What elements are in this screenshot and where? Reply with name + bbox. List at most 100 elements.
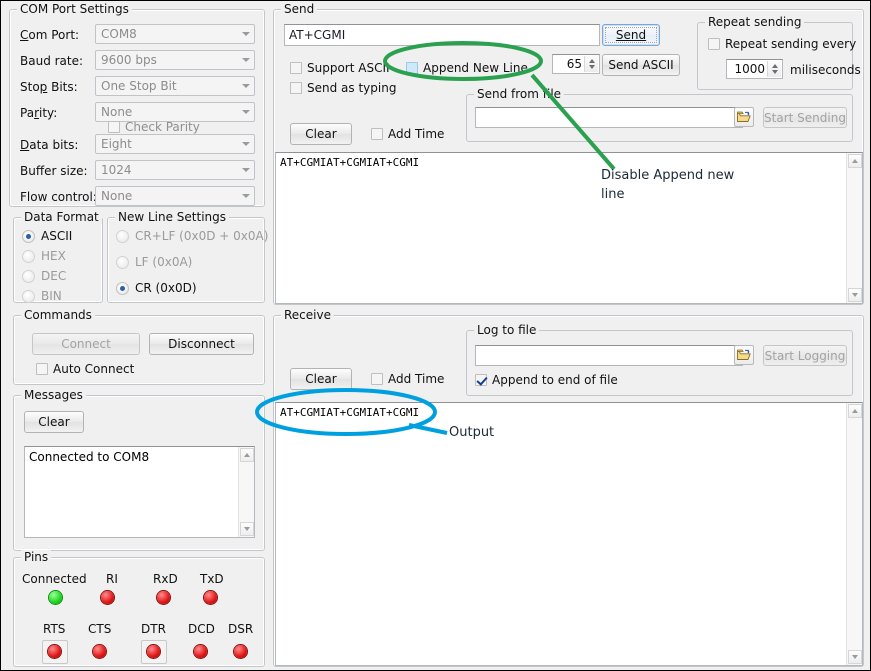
send-file-browse-button[interactable]	[734, 107, 754, 127]
log-file-browse-button[interactable]	[734, 345, 754, 365]
send-button[interactable]: Send	[602, 24, 660, 46]
send-clear-label: Clear	[305, 127, 336, 141]
checkbox-box	[406, 62, 418, 74]
chevron-down-icon	[242, 58, 250, 62]
append-new-line-checkbox[interactable]: Append New Line	[406, 61, 528, 75]
baud-rate-value: 9600 bps	[101, 53, 157, 67]
scroll-down-icon[interactable]	[240, 522, 254, 536]
log-to-file-group: Log to file Start Logging Append to end …	[466, 330, 853, 396]
flow-control-value: None	[101, 189, 132, 203]
start-sending-button[interactable]: Start Sending	[763, 107, 847, 128]
data-format-title: Data Format	[21, 210, 102, 224]
messages-textarea[interactable]: Connected to COM8	[24, 446, 255, 538]
check-parity-checkbox[interactable]: Check Parity	[108, 120, 200, 134]
spinner-arrows[interactable]	[767, 61, 781, 77]
checkbox-box	[290, 82, 302, 94]
connect-button[interactable]: Connect	[32, 333, 140, 355]
repeat-interval-value: 1000	[734, 62, 765, 76]
messages-clear-button[interactable]: Clear	[24, 411, 84, 433]
append-new-line-label: Append New Line	[423, 61, 528, 75]
pin-led-dtr	[147, 645, 160, 658]
flow-control-combo[interactable]: None	[95, 186, 255, 206]
repeat-sending-group: Repeat sending Repeat sending every 1000…	[697, 22, 853, 90]
start-logging-button[interactable]: Start Logging	[763, 345, 847, 366]
ascii-code-spinner[interactable]: 65	[552, 54, 600, 74]
miliseconds-label: miliseconds	[790, 63, 861, 77]
pins-group: Pins Connected RI RxD TxD RTS CTS DTR DC…	[13, 557, 265, 667]
open-folder-icon	[737, 111, 751, 123]
scroll-down-icon[interactable]	[848, 650, 862, 664]
radio-label: CR+LF (0x0D + 0x0A)	[135, 229, 268, 243]
receive-output-textarea[interactable]: AT+CGMIAT+CGMIAT+CGMI	[275, 402, 863, 666]
pins-title: Pins	[21, 550, 51, 564]
send-clear-button[interactable]: Clear	[290, 123, 352, 145]
scroll-up-icon[interactable]	[848, 154, 862, 168]
append-to-end-of-file-checkbox[interactable]: Append to end of file	[475, 373, 618, 387]
repeat-sending-checkbox[interactable]: Repeat sending every	[708, 37, 856, 51]
chevron-down-icon	[242, 194, 250, 198]
com-port-combo[interactable]: COM8	[95, 24, 255, 44]
disconnect-button-label: Disconnect	[168, 337, 235, 351]
parity-combo[interactable]: None	[95, 102, 255, 122]
send-command-value: AT+CGMI	[289, 28, 345, 42]
data-bits-combo[interactable]: Eight	[95, 134, 255, 154]
auto-connect-checkbox[interactable]: Auto Connect	[36, 362, 134, 376]
log-file-path-input[interactable]	[475, 345, 743, 366]
radio-newline-crlf[interactable]: CR+LF (0x0D + 0x0A)	[116, 229, 268, 243]
send-from-file-group: Send from file Start Sending	[466, 94, 853, 142]
messages-scrollbar[interactable]	[238, 447, 254, 537]
receive-add-time-checkbox[interactable]: Add Time	[371, 372, 444, 386]
data-bits-label: Data bits:	[20, 138, 78, 152]
radio-label: HEX	[41, 249, 66, 263]
parity-value: None	[101, 105, 132, 119]
send-add-time-checkbox[interactable]: Add Time	[371, 127, 444, 141]
support-ascii-label: Support ASCII	[307, 61, 390, 75]
repeat-interval-spinner[interactable]: 1000	[726, 59, 783, 79]
stop-bits-combo[interactable]: One Stop Bit	[95, 76, 255, 96]
open-folder-icon	[737, 349, 751, 361]
serial-terminal-window: COM Port Settings Com Port: COM8 Baud ra…	[0, 0, 871, 671]
messages-title: Messages	[21, 388, 86, 402]
radio-data-format-dec[interactable]: DEC	[22, 269, 66, 283]
receive-title: Receive	[281, 308, 334, 322]
radio-ring	[22, 290, 35, 303]
radio-newline-lf[interactable]: LF (0x0A)	[116, 255, 192, 269]
chevron-down-icon	[242, 84, 250, 88]
send-ascii-button[interactable]: Send ASCII	[602, 54, 680, 76]
pin-label-ri: RI	[106, 572, 118, 586]
receive-clear-button[interactable]: Clear	[290, 368, 352, 390]
receive-clear-label: Clear	[305, 372, 336, 386]
disconnect-button[interactable]: Disconnect	[149, 333, 254, 355]
pin-led-connected	[49, 591, 62, 604]
radio-data-format-bin[interactable]: BIN	[22, 289, 62, 303]
flow-control-label: Flow control:	[20, 190, 97, 204]
pin-label-dtr: DTR	[141, 622, 166, 636]
radio-label: DEC	[41, 269, 66, 283]
buffer-size-combo[interactable]: 1024	[95, 160, 255, 180]
com-port-label: Com Port:	[20, 28, 79, 42]
radio-data-format-ascii[interactable]: ASCII	[22, 229, 72, 243]
send-command-input[interactable]: AT+CGMI	[284, 24, 600, 46]
receive-output-scrollbar[interactable]	[846, 403, 862, 665]
send-as-typing-checkbox[interactable]: Send as typing	[290, 81, 396, 95]
commands-group: Commands Connect Disconnect Auto Connect	[13, 315, 265, 385]
pin-label-txd: TxD	[200, 572, 224, 586]
checkbox-box	[108, 121, 120, 133]
pin-label-dsr: DSR	[228, 622, 253, 636]
log-to-file-title: Log to file	[474, 323, 539, 337]
send-log-scrollbar[interactable]	[846, 153, 862, 303]
spinner-arrows[interactable]	[584, 56, 598, 72]
radio-newline-cr[interactable]: CR (0x0D)	[116, 281, 197, 295]
scroll-down-icon[interactable]	[848, 288, 862, 302]
baud-rate-combo[interactable]: 9600 bps	[95, 50, 255, 70]
receive-group: Receive Clear Add Time Log to file	[273, 315, 864, 667]
baud-rate-label: Baud rate:	[20, 54, 83, 68]
append-to-end-of-file-label: Append to end of file	[492, 373, 618, 387]
messages-text: Connected to COM8	[29, 450, 234, 464]
send-file-path-input[interactable]	[475, 107, 743, 128]
radio-data-format-hex[interactable]: HEX	[22, 249, 66, 263]
scroll-up-icon[interactable]	[848, 404, 862, 418]
scroll-up-icon[interactable]	[240, 448, 254, 462]
support-ascii-checkbox[interactable]: Support ASCII	[290, 61, 390, 75]
send-log-textarea[interactable]: AT+CGMIAT+CGMIAT+CGMI	[275, 152, 863, 304]
